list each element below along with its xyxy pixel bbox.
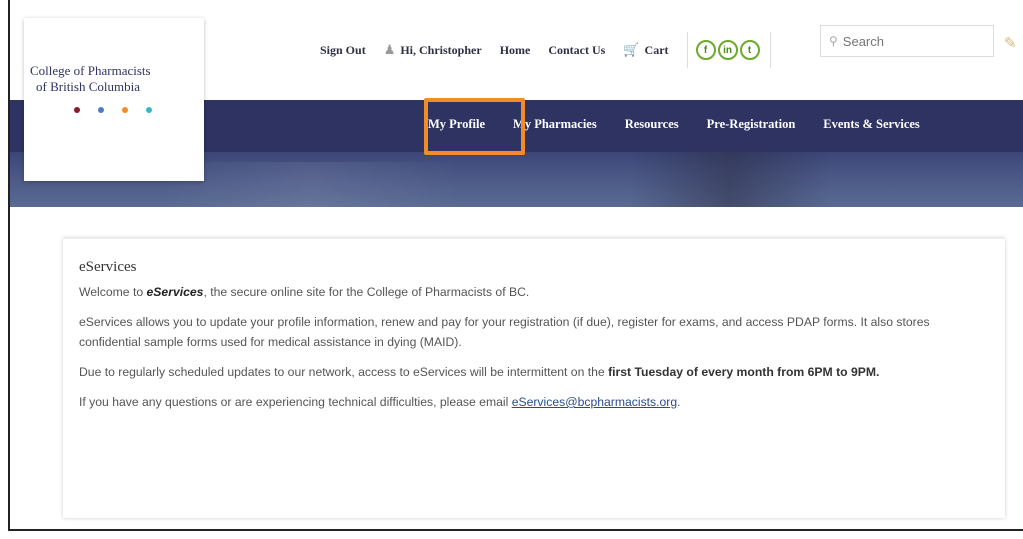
logo-dot-blue <box>98 107 104 113</box>
welcome-text-post: , the secure online site for the College… <box>203 285 530 299</box>
welcome-text-pre: Welcome to <box>79 285 147 299</box>
search-box[interactable]: ⚲ <box>820 25 994 57</box>
logo[interactable]: College of Pharmacists of British Columb… <box>24 18 204 181</box>
contact-text-end: . <box>677 395 681 409</box>
top-links: Sign Out ♟ Hi, Christopher Home Contact … <box>320 32 779 68</box>
nav-resources[interactable]: Resources <box>625 117 679 132</box>
highlight-box <box>424 98 525 155</box>
social-links: f in t <box>695 40 762 60</box>
nav-events-services[interactable]: Events & Services <box>823 117 920 132</box>
pencil-icon[interactable]: ✎ <box>1004 34 1017 52</box>
cart-link[interactable]: 🛒 Cart <box>623 42 668 58</box>
search-input[interactable] <box>842 33 983 49</box>
banner-shade <box>160 162 460 207</box>
divider <box>769 32 771 68</box>
user-greeting-label: Hi, Christopher <box>400 42 482 57</box>
description-paragraph: eServices allows you to update your prof… <box>79 315 930 349</box>
search-icon: ⚲ <box>829 34 838 48</box>
eservices-card: eServices Welcome to eServices, the secu… <box>63 238 1005 518</box>
twitter-icon[interactable]: t <box>739 40 760 60</box>
maintenance-paragraph: Due to regularly scheduled updates to ou… <box>79 362 989 382</box>
maintenance-text: Due to regularly scheduled updates to ou… <box>79 365 609 379</box>
logo-line-2: of British Columbia <box>36 79 140 94</box>
logo-dot-orange <box>122 107 128 113</box>
cart-label: Cart <box>644 42 669 57</box>
home-link[interactable]: Home <box>500 43 531 58</box>
logo-dot-teal <box>146 107 152 113</box>
banner-shade <box>630 152 830 207</box>
welcome-paragraph: Welcome to eServices, the secure online … <box>79 282 989 302</box>
user-icon: ♟ <box>383 42 396 57</box>
logo-dots <box>74 107 204 113</box>
contact-paragraph: If you have any questions or are experie… <box>79 392 989 412</box>
sign-out-link[interactable]: Sign Out <box>320 43 366 58</box>
linkedin-icon[interactable]: in <box>717 40 738 60</box>
divider <box>686 32 688 68</box>
welcome-bold: eServices <box>146 285 204 299</box>
maintenance-bold: first Tuesday of every month from 6PM to… <box>608 365 880 379</box>
nav-pre-registration[interactable]: Pre-Registration <box>707 117 796 132</box>
contact-us-link[interactable]: Contact Us <box>548 43 605 58</box>
cart-icon: 🛒 <box>623 42 640 57</box>
logo-line-1: College of Pharmacists <box>30 63 151 78</box>
logo-dot-red <box>74 107 80 113</box>
contact-text: If you have any questions or are experie… <box>79 395 512 409</box>
facebook-icon[interactable]: f <box>695 40 716 60</box>
browser-frame: Sign Out ♟ Hi, Christopher Home Contact … <box>8 0 1023 531</box>
support-email-link[interactable]: eServices@bcpharmacists.org <box>512 395 677 409</box>
nav-my-pharmacies[interactable]: My Pharmacies <box>513 117 597 132</box>
card-title: eServices <box>79 259 137 275</box>
user-greeting-link[interactable]: ♟ Hi, Christopher <box>384 42 482 58</box>
